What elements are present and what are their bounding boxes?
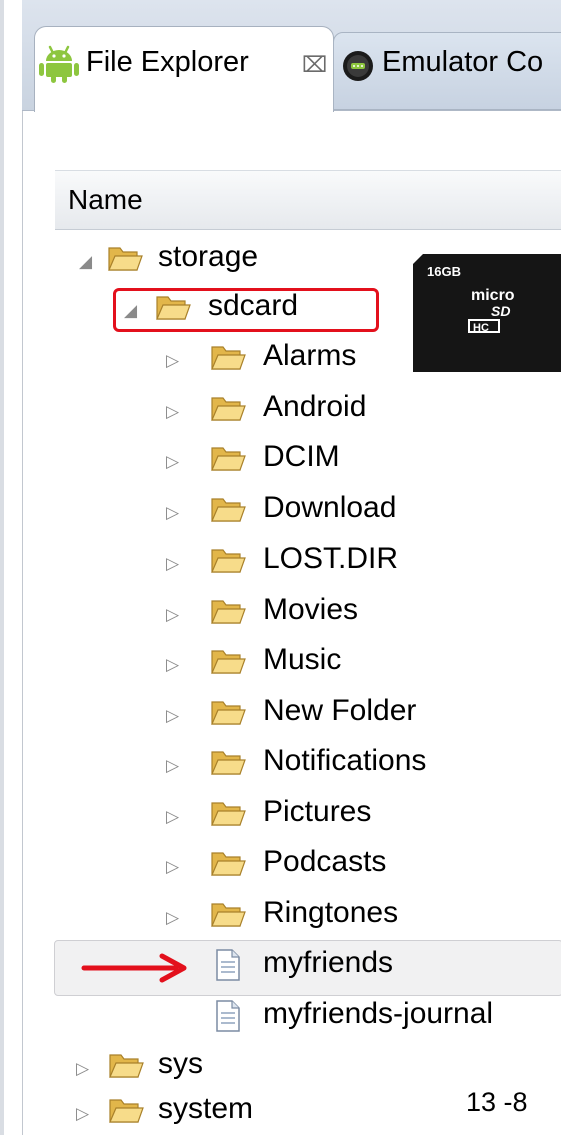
tab-emulator-control-label: Emulator Co bbox=[382, 46, 544, 78]
expand-triangle-icon[interactable]: ▷ bbox=[76, 1060, 89, 1077]
tree-node-label: storage bbox=[158, 240, 259, 273]
tree-node-label: Notifications bbox=[263, 744, 427, 777]
expand-triangle-icon[interactable]: ▷ bbox=[166, 707, 179, 724]
tree-node-label: LOST.DIR bbox=[263, 542, 399, 575]
tree-node-folder[interactable]: ▷ Music bbox=[0, 641, 561, 689]
tree-node-label: myfriends bbox=[263, 946, 394, 979]
tree-node-folder[interactable]: ▷ Download bbox=[0, 489, 561, 537]
open-folder-icon bbox=[211, 650, 246, 674]
expand-triangle-icon[interactable]: ▷ bbox=[166, 504, 179, 521]
tree-node-folder[interactable]: ▷ Android bbox=[0, 388, 561, 436]
open-folder-icon bbox=[211, 751, 246, 775]
open-folder-icon bbox=[211, 447, 246, 471]
column-header-name[interactable]: Name bbox=[68, 184, 143, 216]
open-folder-icon bbox=[211, 600, 246, 624]
tree-node-folder[interactable]: ▷ Ringtones bbox=[0, 894, 561, 942]
expand-triangle-icon[interactable]: ▷ bbox=[166, 656, 179, 673]
tree-node-label: Android bbox=[263, 390, 367, 423]
sdcard-class: HC bbox=[473, 322, 489, 334]
tree-node-folder[interactable]: ▷ Podcasts bbox=[0, 843, 561, 891]
tree-node-folder[interactable]: ▷ New Folder bbox=[0, 692, 561, 740]
sdcard-type: SD bbox=[491, 303, 510, 319]
expand-triangle-icon[interactable]: ▷ bbox=[166, 909, 179, 926]
file-icon bbox=[216, 949, 240, 981]
open-folder-icon bbox=[211, 498, 246, 522]
close-tab-icon[interactable]: ⌧ bbox=[302, 52, 327, 78]
tree-node-label: Pictures bbox=[263, 795, 372, 828]
tree-node-label: New Folder bbox=[263, 694, 417, 727]
open-folder-icon bbox=[211, 397, 246, 421]
red-arrow-icon bbox=[81, 953, 187, 983]
page-number: 13 -8 bbox=[466, 1087, 528, 1117]
tree-node-label: DCIM bbox=[263, 440, 340, 473]
tree-node-label: Movies bbox=[263, 593, 359, 626]
sdcard-brand: micro bbox=[471, 287, 515, 304]
open-folder-icon bbox=[109, 1099, 144, 1123]
expand-triangle-icon[interactable]: ▷ bbox=[166, 555, 179, 572]
tree-node-folder[interactable]: ▷ Pictures bbox=[0, 793, 561, 841]
sdcard-capacity: 16GB bbox=[427, 264, 461, 279]
tree-node-file-myfriends-journal[interactable]: myfriends-journal bbox=[0, 995, 561, 1043]
tree-node-label: Music bbox=[263, 643, 342, 676]
expand-triangle-icon[interactable]: ▷ bbox=[76, 1105, 89, 1122]
tree-node-folder[interactable]: ▷ LOST.DIR bbox=[0, 540, 561, 588]
expand-triangle-icon[interactable]: ▷ bbox=[166, 808, 179, 825]
collapse-triangle-icon[interactable]: ◢ bbox=[79, 253, 92, 270]
tree-node-folder[interactable]: ▷ DCIM bbox=[0, 438, 561, 486]
open-folder-icon bbox=[211, 852, 246, 876]
open-folder-icon bbox=[108, 247, 143, 271]
tab-file-explorer-label: File Explorer bbox=[86, 46, 249, 78]
tree-node-label: system bbox=[158, 1092, 254, 1125]
tree-node-label: Podcasts bbox=[263, 845, 387, 878]
expand-triangle-icon[interactable]: ▷ bbox=[166, 352, 179, 369]
tree-node-label: sys bbox=[158, 1047, 203, 1080]
sdcard-highlight-box bbox=[113, 288, 379, 332]
tree-node-label: Alarms bbox=[263, 339, 357, 372]
open-folder-icon bbox=[211, 346, 246, 370]
tree-node-folder[interactable]: ▷ Notifications bbox=[0, 742, 561, 790]
expand-triangle-icon[interactable]: ▷ bbox=[166, 403, 179, 420]
expand-triangle-icon[interactable]: ▷ bbox=[166, 453, 179, 470]
open-folder-icon bbox=[211, 701, 246, 725]
open-folder-icon bbox=[211, 802, 246, 826]
emulator-control-icon bbox=[343, 51, 373, 81]
tree-node-label: myfriends-journal bbox=[263, 997, 494, 1030]
tree-node-folder[interactable]: ▷ Movies bbox=[0, 591, 561, 639]
open-folder-icon bbox=[211, 903, 246, 927]
file-icon bbox=[216, 1000, 240, 1032]
expand-triangle-icon[interactable]: ▷ bbox=[166, 757, 179, 774]
open-folder-icon bbox=[109, 1054, 144, 1078]
open-folder-icon bbox=[211, 549, 246, 573]
tree-node-sys[interactable]: ▷ sys bbox=[0, 1045, 561, 1093]
tree-node-label: Ringtones bbox=[263, 896, 399, 929]
expand-triangle-icon[interactable]: ▷ bbox=[166, 606, 179, 623]
tree-node-label: Download bbox=[263, 491, 397, 524]
microsd-card-image: 16GB micro SD HC bbox=[413, 254, 561, 372]
expand-triangle-icon[interactable]: ▷ bbox=[166, 858, 179, 875]
android-icon bbox=[39, 45, 79, 83]
